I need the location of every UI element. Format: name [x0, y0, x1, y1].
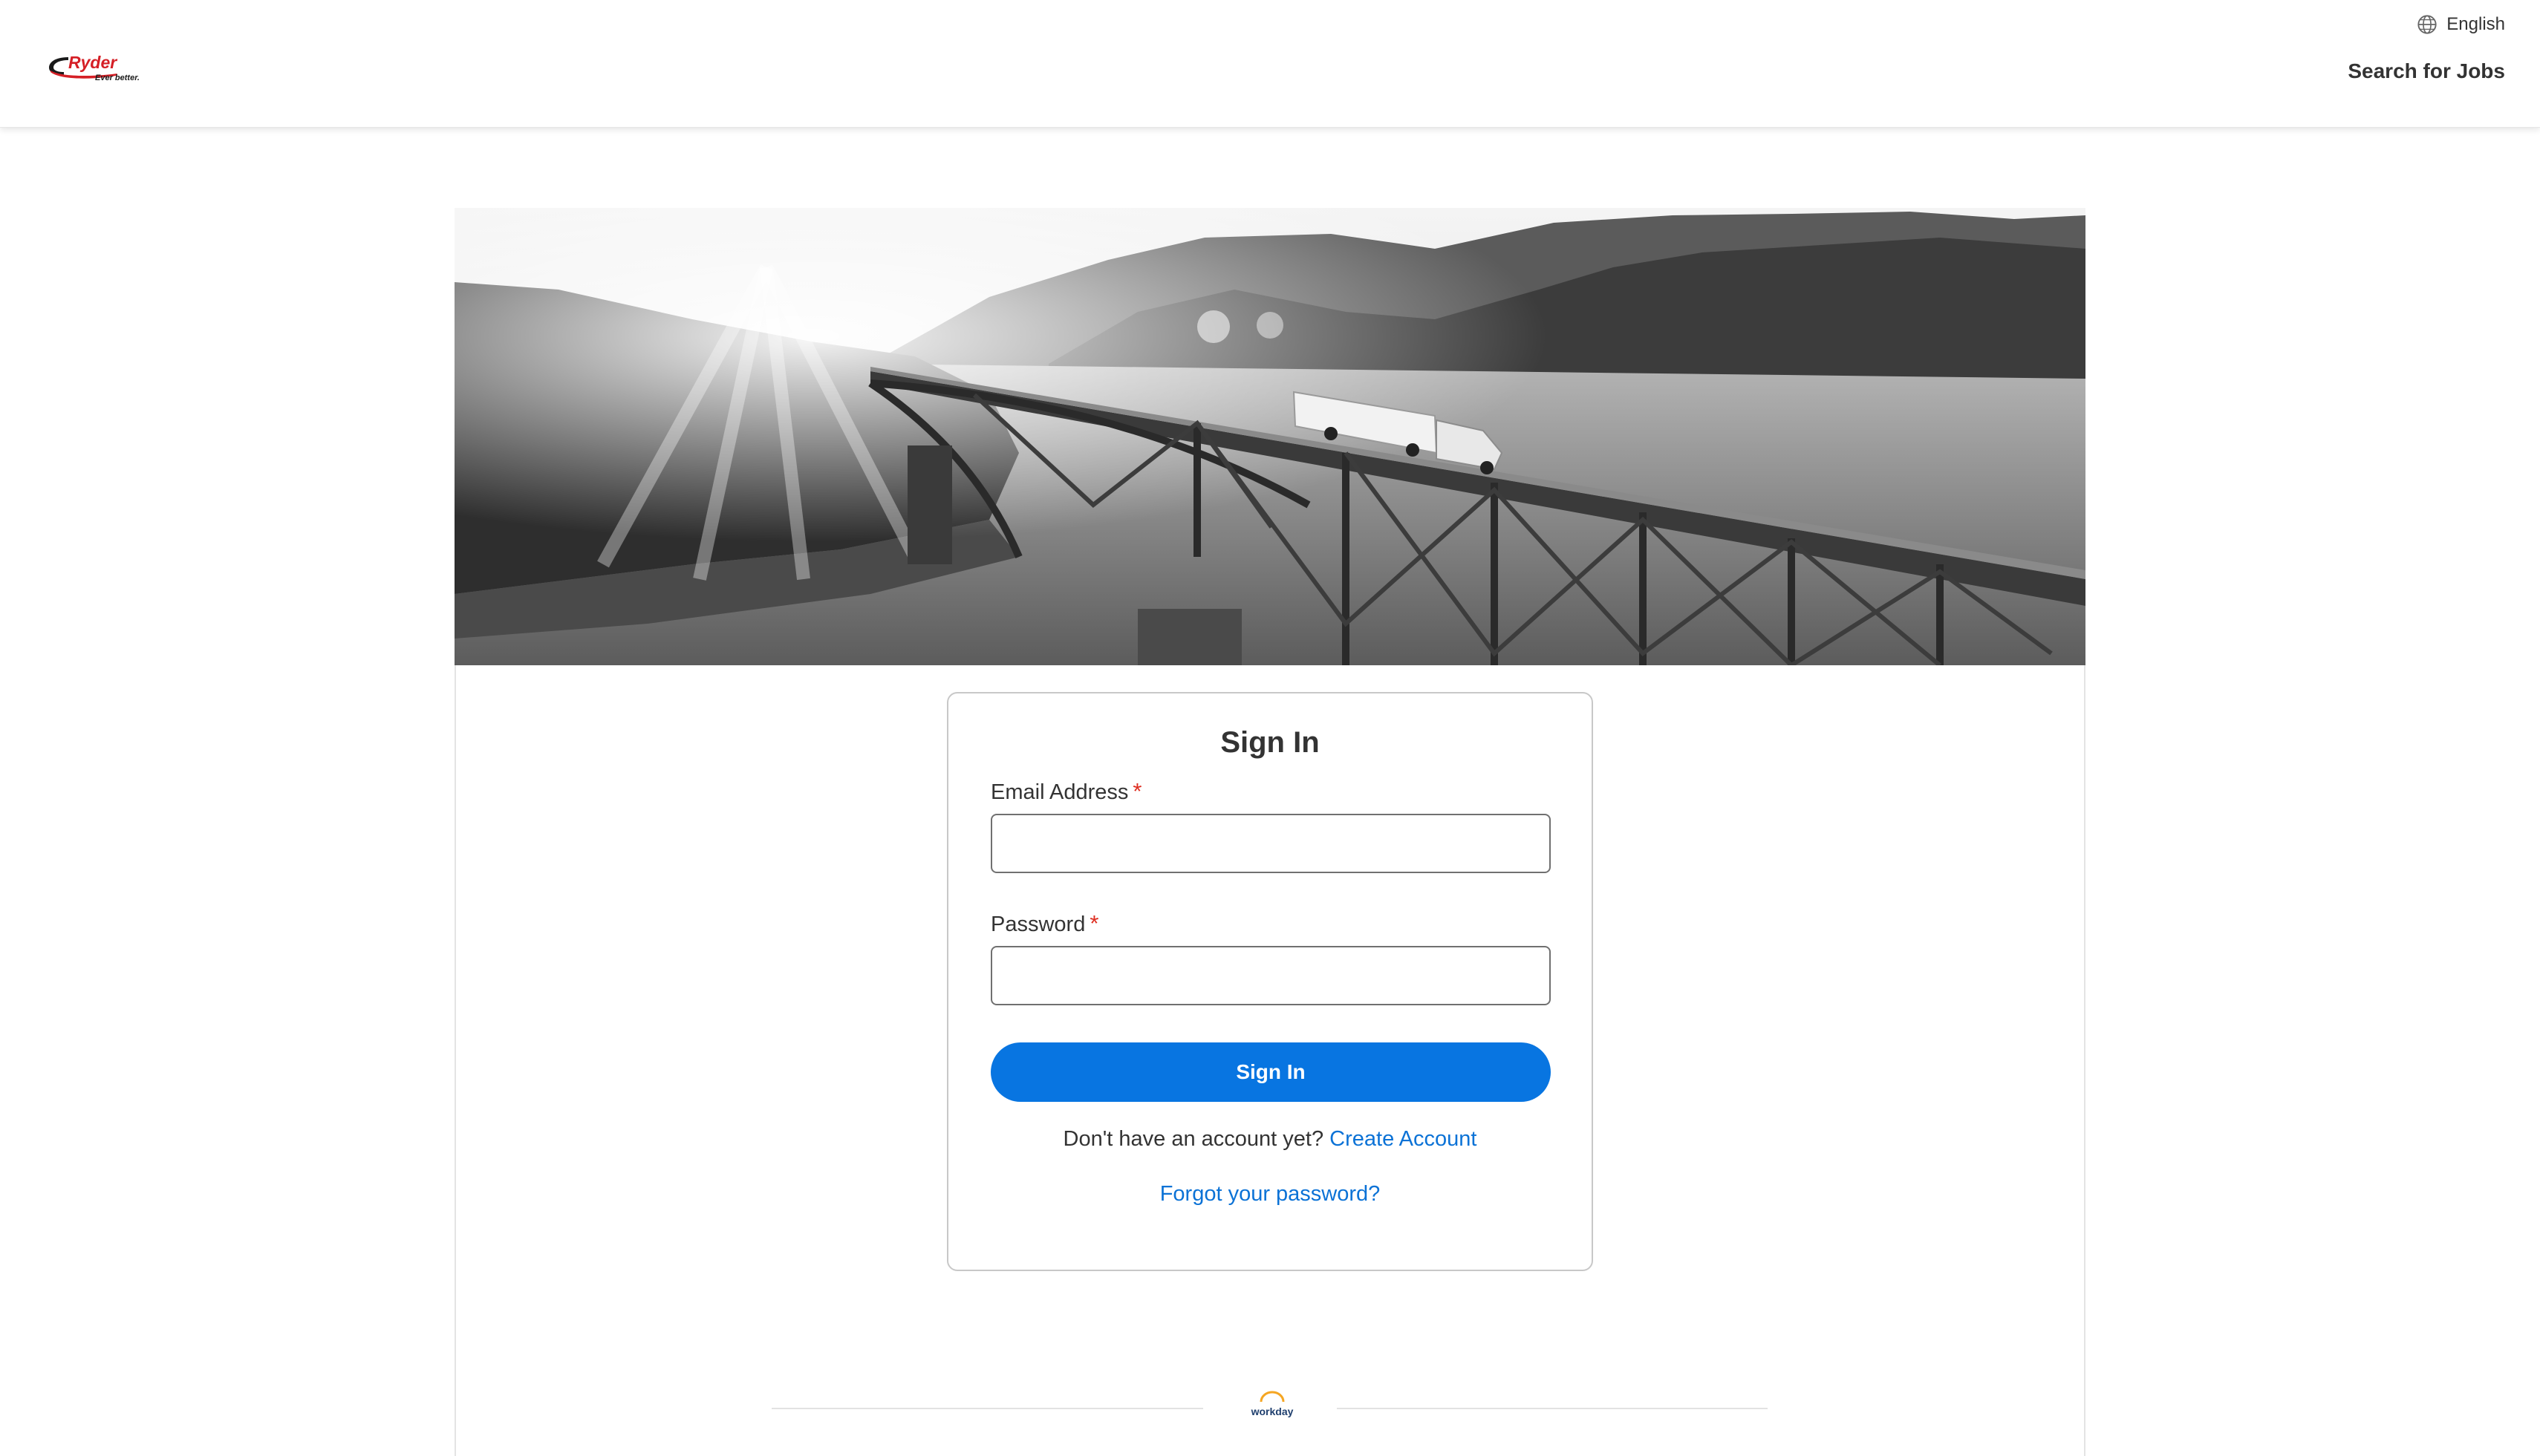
password-label: Password *	[991, 910, 1098, 937]
create-account-row: Don't have an account yet? Create Accoun…	[948, 1127, 1592, 1152]
footer-divider-right	[1337, 1408, 1768, 1409]
sign-in-button[interactable]: Sign In	[991, 1042, 1551, 1102]
language-selector[interactable]: English	[2417, 13, 2505, 36]
svg-text:Ryder: Ryder	[68, 53, 117, 72]
site-header: Ryder Ever better. English Search for Jo…	[0, 0, 2540, 128]
svg-text:workday: workday	[1251, 1406, 1294, 1417]
create-account-link[interactable]: Create Account	[1329, 1127, 1476, 1151]
svg-text:Ever better.: Ever better.	[95, 74, 140, 82]
email-label: Email Address *	[991, 778, 1142, 805]
language-label: English	[2446, 14, 2505, 34]
no-account-text: Don't have an account yet?	[1063, 1127, 1324, 1151]
required-marker: *	[1133, 778, 1142, 804]
sign-in-title: Sign In	[1220, 726, 1320, 759]
ryder-logo[interactable]: Ryder Ever better.	[46, 49, 154, 86]
forgot-password-link[interactable]: Forgot your password?	[1160, 1182, 1381, 1206]
globe-icon	[2417, 14, 2438, 35]
email-label-text: Email Address	[991, 780, 1129, 804]
email-field[interactable]	[991, 814, 1551, 873]
workday-logo[interactable]: workday	[1242, 1387, 1303, 1423]
footer-divider-left	[772, 1408, 1203, 1409]
sign-in-card: Sign In Email Address * Password * Sign In…	[947, 692, 1593, 1271]
password-field[interactable]	[991, 946, 1551, 1005]
required-marker: *	[1090, 910, 1099, 936]
forgot-password-row: Forgot your password?	[948, 1182, 1592, 1207]
hero-image	[455, 208, 2085, 665]
password-label-text: Password	[991, 913, 1086, 936]
search-for-jobs-link[interactable]: Search for Jobs	[2348, 59, 2505, 83]
